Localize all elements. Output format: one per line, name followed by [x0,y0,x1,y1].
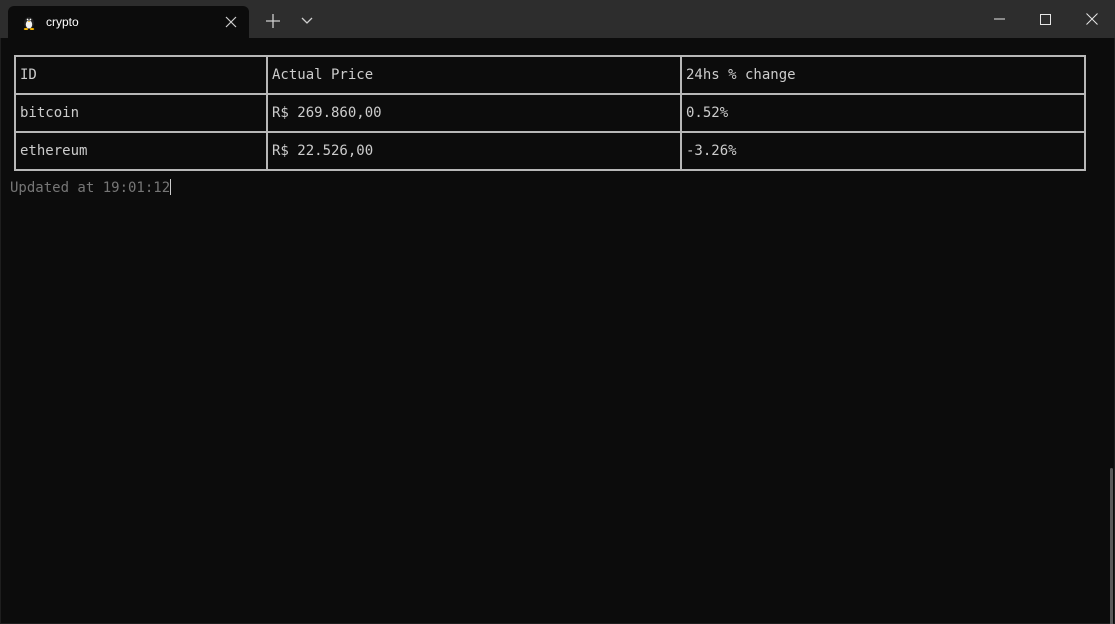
coin-id-cell: ethereum [14,131,268,171]
updated-text: Updated at 19:01:12 [10,180,171,196]
text-cursor [170,179,172,195]
close-icon [1085,13,1098,25]
tab-crypto[interactable]: crypto [8,6,249,38]
crypto-price-table: ID Actual Price 24hs % change bitcoin R$… [14,55,1086,171]
maximize-button[interactable] [1022,0,1068,38]
updated-status: Updated at 19:01:12 [10,179,172,197]
table-row: ethereum R$ 22.526,00 -3.26% [14,131,1086,171]
title-bar: crypto [0,0,1115,38]
plus-icon [266,14,280,28]
column-header-price: Actual Price [266,55,682,95]
chevron-down-icon [301,17,313,24]
change-cell: -3.26% [680,131,1086,171]
coin-id-cell: bitcoin [14,93,268,133]
minimize-icon [993,18,1005,20]
change-cell: 0.52% [680,93,1086,133]
maximize-icon [1039,13,1051,25]
terminal-output[interactable]: ID Actual Price 24hs % change bitcoin R$… [0,38,1115,624]
table-row: bitcoin R$ 269.860,00 0.52% [14,93,1086,133]
linux-penguin-icon [21,14,37,30]
profiles-dropdown-button[interactable] [295,9,319,33]
price-cell: R$ 269.860,00 [266,93,682,133]
minimize-button[interactable] [976,0,1022,38]
scrollbar-thumb[interactable] [1110,468,1113,624]
price-cell: R$ 22.526,00 [266,131,682,171]
column-header-change: 24hs % change [680,55,1086,95]
tab-title: crypto [46,15,79,29]
new-tab-button[interactable] [260,9,286,33]
close-tab-icon[interactable] [222,13,240,31]
column-header-id: ID [14,55,268,95]
close-window-button[interactable] [1068,0,1115,38]
table-header-row: ID Actual Price 24hs % change [14,55,1086,95]
